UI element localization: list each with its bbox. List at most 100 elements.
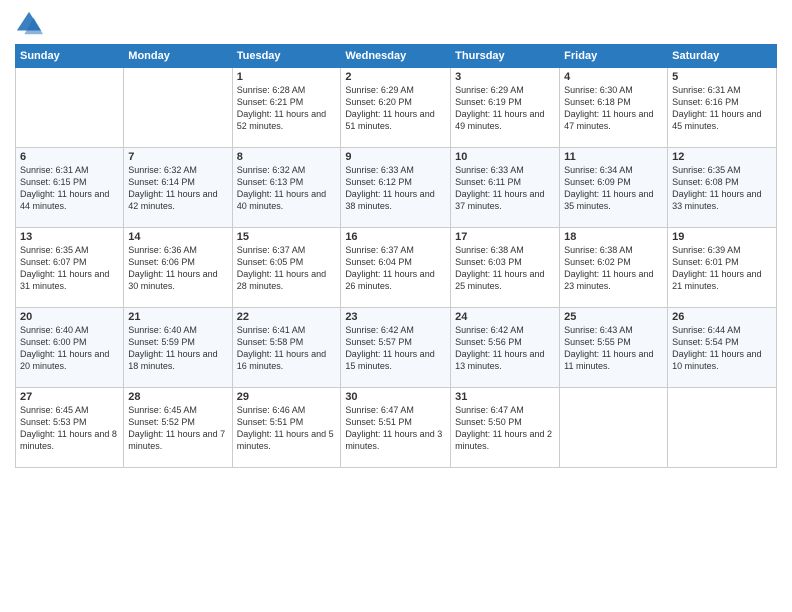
calendar-cell: 24Sunrise: 6:42 AM Sunset: 5:56 PM Dayli…	[451, 308, 560, 388]
day-number: 30	[345, 391, 446, 403]
calendar-header-saturday: Saturday	[668, 45, 777, 68]
day-number: 2	[345, 71, 446, 83]
day-info: Sunrise: 6:39 AM Sunset: 6:01 PM Dayligh…	[672, 244, 772, 293]
calendar-cell: 12Sunrise: 6:35 AM Sunset: 6:08 PM Dayli…	[668, 148, 777, 228]
calendar-cell	[124, 68, 232, 148]
calendar-header-monday: Monday	[124, 45, 232, 68]
calendar-cell: 19Sunrise: 6:39 AM Sunset: 6:01 PM Dayli…	[668, 228, 777, 308]
day-number: 14	[128, 231, 227, 243]
day-info: Sunrise: 6:42 AM Sunset: 5:57 PM Dayligh…	[345, 324, 446, 373]
logo	[15, 10, 47, 38]
day-info: Sunrise: 6:38 AM Sunset: 6:02 PM Dayligh…	[564, 244, 663, 293]
day-number: 31	[455, 391, 555, 403]
day-info: Sunrise: 6:31 AM Sunset: 6:15 PM Dayligh…	[20, 164, 119, 213]
page: SundayMondayTuesdayWednesdayThursdayFrid…	[0, 0, 792, 612]
calendar-week-5: 27Sunrise: 6:45 AM Sunset: 5:53 PM Dayli…	[16, 388, 777, 468]
day-number: 10	[455, 151, 555, 163]
header	[15, 10, 777, 38]
day-number: 27	[20, 391, 119, 403]
calendar-cell: 30Sunrise: 6:47 AM Sunset: 5:51 PM Dayli…	[341, 388, 451, 468]
day-info: Sunrise: 6:44 AM Sunset: 5:54 PM Dayligh…	[672, 324, 772, 373]
calendar-week-3: 13Sunrise: 6:35 AM Sunset: 6:07 PM Dayli…	[16, 228, 777, 308]
day-number: 26	[672, 311, 772, 323]
day-info: Sunrise: 6:33 AM Sunset: 6:12 PM Dayligh…	[345, 164, 446, 213]
day-number: 5	[672, 71, 772, 83]
day-number: 28	[128, 391, 227, 403]
calendar-cell: 16Sunrise: 6:37 AM Sunset: 6:04 PM Dayli…	[341, 228, 451, 308]
day-number: 1	[237, 71, 337, 83]
calendar-cell	[560, 388, 668, 468]
calendar-cell: 20Sunrise: 6:40 AM Sunset: 6:00 PM Dayli…	[16, 308, 124, 388]
day-info: Sunrise: 6:47 AM Sunset: 5:51 PM Dayligh…	[345, 404, 446, 453]
calendar-cell: 6Sunrise: 6:31 AM Sunset: 6:15 PM Daylig…	[16, 148, 124, 228]
calendar-cell: 29Sunrise: 6:46 AM Sunset: 5:51 PM Dayli…	[232, 388, 341, 468]
calendar-header-sunday: Sunday	[16, 45, 124, 68]
day-number: 21	[128, 311, 227, 323]
calendar-cell: 14Sunrise: 6:36 AM Sunset: 6:06 PM Dayli…	[124, 228, 232, 308]
calendar-week-1: 1Sunrise: 6:28 AM Sunset: 6:21 PM Daylig…	[16, 68, 777, 148]
day-info: Sunrise: 6:35 AM Sunset: 6:08 PM Dayligh…	[672, 164, 772, 213]
day-info: Sunrise: 6:41 AM Sunset: 5:58 PM Dayligh…	[237, 324, 337, 373]
calendar-cell: 28Sunrise: 6:45 AM Sunset: 5:52 PM Dayli…	[124, 388, 232, 468]
calendar-cell: 23Sunrise: 6:42 AM Sunset: 5:57 PM Dayli…	[341, 308, 451, 388]
calendar-header-tuesday: Tuesday	[232, 45, 341, 68]
day-info: Sunrise: 6:42 AM Sunset: 5:56 PM Dayligh…	[455, 324, 555, 373]
day-info: Sunrise: 6:28 AM Sunset: 6:21 PM Dayligh…	[237, 84, 337, 133]
day-number: 4	[564, 71, 663, 83]
day-number: 23	[345, 311, 446, 323]
calendar-cell: 11Sunrise: 6:34 AM Sunset: 6:09 PM Dayli…	[560, 148, 668, 228]
day-info: Sunrise: 6:32 AM Sunset: 6:13 PM Dayligh…	[237, 164, 337, 213]
calendar-header-wednesday: Wednesday	[341, 45, 451, 68]
calendar-cell: 26Sunrise: 6:44 AM Sunset: 5:54 PM Dayli…	[668, 308, 777, 388]
day-number: 9	[345, 151, 446, 163]
calendar: SundayMondayTuesdayWednesdayThursdayFrid…	[15, 44, 777, 468]
calendar-cell: 18Sunrise: 6:38 AM Sunset: 6:02 PM Dayli…	[560, 228, 668, 308]
calendar-cell: 27Sunrise: 6:45 AM Sunset: 5:53 PM Dayli…	[16, 388, 124, 468]
calendar-cell: 1Sunrise: 6:28 AM Sunset: 6:21 PM Daylig…	[232, 68, 341, 148]
day-number: 12	[672, 151, 772, 163]
calendar-cell: 21Sunrise: 6:40 AM Sunset: 5:59 PM Dayli…	[124, 308, 232, 388]
day-number: 8	[237, 151, 337, 163]
day-info: Sunrise: 6:40 AM Sunset: 6:00 PM Dayligh…	[20, 324, 119, 373]
calendar-cell: 5Sunrise: 6:31 AM Sunset: 6:16 PM Daylig…	[668, 68, 777, 148]
day-number: 16	[345, 231, 446, 243]
day-number: 25	[564, 311, 663, 323]
calendar-cell: 22Sunrise: 6:41 AM Sunset: 5:58 PM Dayli…	[232, 308, 341, 388]
day-info: Sunrise: 6:46 AM Sunset: 5:51 PM Dayligh…	[237, 404, 337, 453]
day-info: Sunrise: 6:38 AM Sunset: 6:03 PM Dayligh…	[455, 244, 555, 293]
day-info: Sunrise: 6:47 AM Sunset: 5:50 PM Dayligh…	[455, 404, 555, 453]
calendar-cell: 25Sunrise: 6:43 AM Sunset: 5:55 PM Dayli…	[560, 308, 668, 388]
calendar-week-2: 6Sunrise: 6:31 AM Sunset: 6:15 PM Daylig…	[16, 148, 777, 228]
day-number: 24	[455, 311, 555, 323]
calendar-cell: 9Sunrise: 6:33 AM Sunset: 6:12 PM Daylig…	[341, 148, 451, 228]
day-number: 18	[564, 231, 663, 243]
day-info: Sunrise: 6:32 AM Sunset: 6:14 PM Dayligh…	[128, 164, 227, 213]
calendar-cell: 2Sunrise: 6:29 AM Sunset: 6:20 PM Daylig…	[341, 68, 451, 148]
day-info: Sunrise: 6:37 AM Sunset: 6:05 PM Dayligh…	[237, 244, 337, 293]
day-number: 19	[672, 231, 772, 243]
day-info: Sunrise: 6:33 AM Sunset: 6:11 PM Dayligh…	[455, 164, 555, 213]
day-info: Sunrise: 6:45 AM Sunset: 5:52 PM Dayligh…	[128, 404, 227, 453]
day-number: 6	[20, 151, 119, 163]
day-number: 20	[20, 311, 119, 323]
day-number: 29	[237, 391, 337, 403]
day-number: 11	[564, 151, 663, 163]
day-info: Sunrise: 6:43 AM Sunset: 5:55 PM Dayligh…	[564, 324, 663, 373]
day-number: 22	[237, 311, 337, 323]
calendar-cell	[16, 68, 124, 148]
day-number: 7	[128, 151, 227, 163]
day-info: Sunrise: 6:37 AM Sunset: 6:04 PM Dayligh…	[345, 244, 446, 293]
day-info: Sunrise: 6:29 AM Sunset: 6:20 PM Dayligh…	[345, 84, 446, 133]
calendar-cell: 8Sunrise: 6:32 AM Sunset: 6:13 PM Daylig…	[232, 148, 341, 228]
calendar-header-row: SundayMondayTuesdayWednesdayThursdayFrid…	[16, 45, 777, 68]
logo-icon	[15, 10, 43, 38]
calendar-cell: 10Sunrise: 6:33 AM Sunset: 6:11 PM Dayli…	[451, 148, 560, 228]
day-info: Sunrise: 6:45 AM Sunset: 5:53 PM Dayligh…	[20, 404, 119, 453]
calendar-cell: 3Sunrise: 6:29 AM Sunset: 6:19 PM Daylig…	[451, 68, 560, 148]
day-info: Sunrise: 6:40 AM Sunset: 5:59 PM Dayligh…	[128, 324, 227, 373]
day-info: Sunrise: 6:36 AM Sunset: 6:06 PM Dayligh…	[128, 244, 227, 293]
day-number: 13	[20, 231, 119, 243]
calendar-cell: 13Sunrise: 6:35 AM Sunset: 6:07 PM Dayli…	[16, 228, 124, 308]
calendar-cell: 15Sunrise: 6:37 AM Sunset: 6:05 PM Dayli…	[232, 228, 341, 308]
calendar-cell: 4Sunrise: 6:30 AM Sunset: 6:18 PM Daylig…	[560, 68, 668, 148]
